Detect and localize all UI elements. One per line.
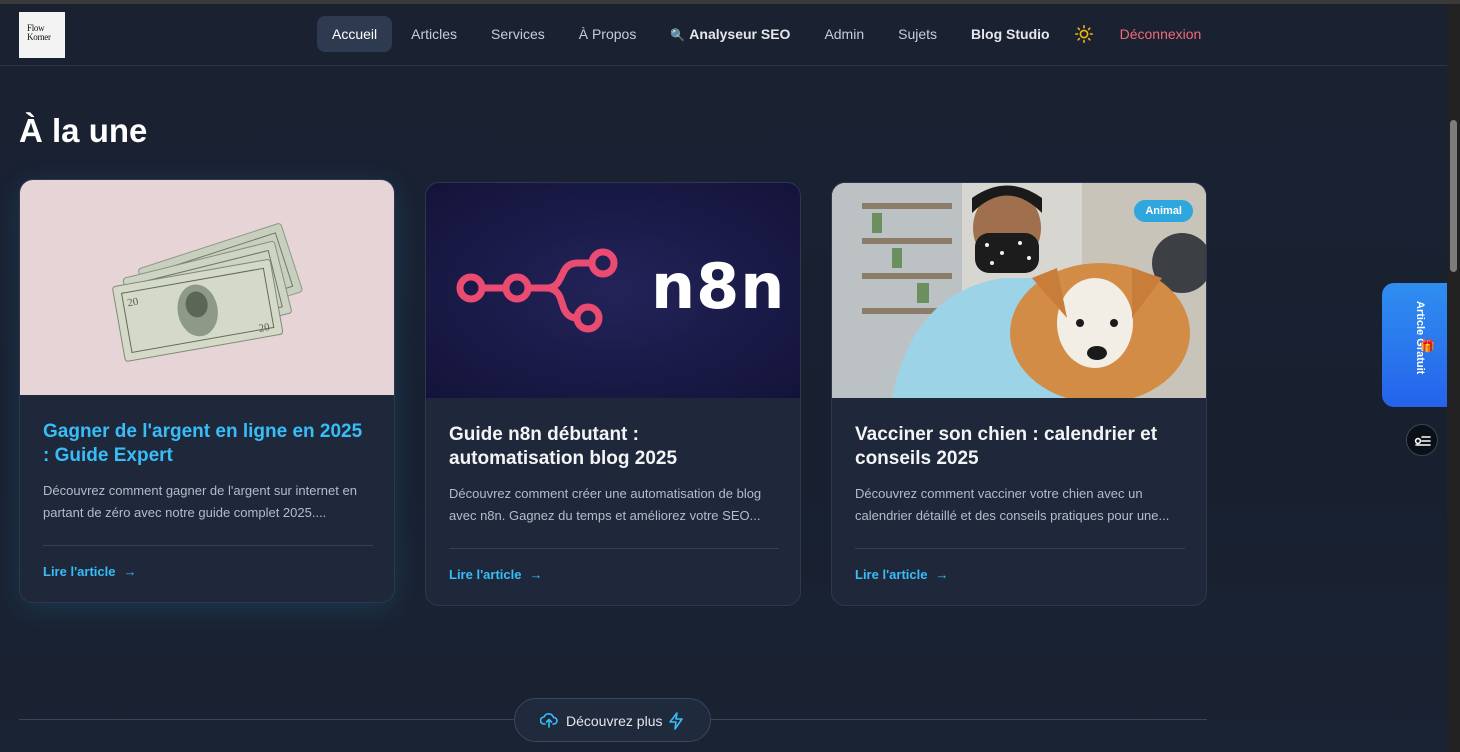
card-divider xyxy=(43,545,373,546)
main-nav: Accueil Articles Services À Propos 🔍 Anal… xyxy=(317,16,1220,52)
nav-a-propos[interactable]: À Propos xyxy=(564,16,652,52)
cloud-upload-icon xyxy=(539,712,558,733)
card-divider xyxy=(855,548,1185,549)
nav-services[interactable]: Services xyxy=(476,16,560,52)
card-divider xyxy=(449,548,779,549)
dollar-bills-image: 20 20 xyxy=(20,180,394,395)
read-article-label: Lire l'article xyxy=(449,567,522,582)
article-card-money[interactable]: 20 20 Gagner de l'argent en ligne en 202… xyxy=(19,179,395,603)
nav-accueil[interactable]: Accueil xyxy=(317,16,393,52)
nav-admin[interactable]: Admin xyxy=(809,16,879,52)
navbar: Flow Korner Accueil Articles Services À … xyxy=(0,4,1447,66)
free-article-label: Article Gratuit xyxy=(1414,301,1426,375)
free-article-tab[interactable]: Article Gratuit 🎁 xyxy=(1382,283,1447,407)
card-title[interactable]: Vacciner son chien : calendrier et conse… xyxy=(855,423,1185,471)
arrow-right-icon: → xyxy=(935,567,949,582)
card-title[interactable]: Gagner de l'argent en ligne en 2025 : Gu… xyxy=(43,420,373,468)
read-article-link[interactable]: Lire l'article → xyxy=(449,567,542,582)
arrow-right-icon: → xyxy=(529,567,543,582)
card-description: Découvrez comment créer une automatisati… xyxy=(449,486,762,523)
gift-icon: 🎁 xyxy=(1420,339,1435,353)
logout-link[interactable]: Déconnexion xyxy=(1105,16,1217,52)
read-article-link[interactable]: Lire l'article → xyxy=(43,564,136,579)
arrow-right-icon: → xyxy=(123,564,137,579)
magnifier-icon: 🔍 xyxy=(670,28,686,42)
article-card-dog[interactable]: Animal Vacciner son chien : calendrier e… xyxy=(831,182,1207,606)
read-article-link[interactable]: Lire l'article → xyxy=(855,567,948,582)
scrollbar-thumb[interactable] xyxy=(1450,120,1457,272)
card-description: Découvrez comment gagner de l'argent sur… xyxy=(43,483,357,520)
nav-articles[interactable]: Articles xyxy=(396,16,472,52)
vet-with-puppy-image: Animal xyxy=(832,183,1206,398)
read-article-label: Lire l'article xyxy=(855,567,928,582)
discover-more-button[interactable]: Découvrez plus xyxy=(514,698,711,742)
nav-analyseur-seo-label: Analyseur SEO xyxy=(689,26,791,42)
nav-blog-studio[interactable]: Blog Studio xyxy=(956,16,1065,52)
sun-icon[interactable] xyxy=(1069,16,1099,52)
section-title: À la une xyxy=(19,112,148,149)
read-article-label: Lire l'article xyxy=(43,564,116,579)
n8n-logo-image: n8n xyxy=(426,183,800,398)
article-card-n8n[interactable]: n8n Guide n8n débutant : automatisation … xyxy=(425,182,801,606)
nav-sujets[interactable]: Sujets xyxy=(883,16,952,52)
discover-more-label: Découvrez plus xyxy=(566,713,663,729)
lightning-icon xyxy=(668,712,684,735)
sliders-icon[interactable] xyxy=(1406,424,1438,456)
page-scrollbar[interactable] xyxy=(1447,4,1460,752)
n8n-wordmark: n8n xyxy=(651,250,786,323)
category-badge: Animal xyxy=(1134,200,1193,222)
site-logo[interactable]: Flow Korner xyxy=(19,12,65,58)
card-title[interactable]: Guide n8n débutant : automatisation blog… xyxy=(449,423,779,471)
card-description: Découvrez comment vacciner votre chien a… xyxy=(855,486,1170,523)
nav-analyseur-seo[interactable]: 🔍 Analyseur SEO xyxy=(655,16,805,52)
